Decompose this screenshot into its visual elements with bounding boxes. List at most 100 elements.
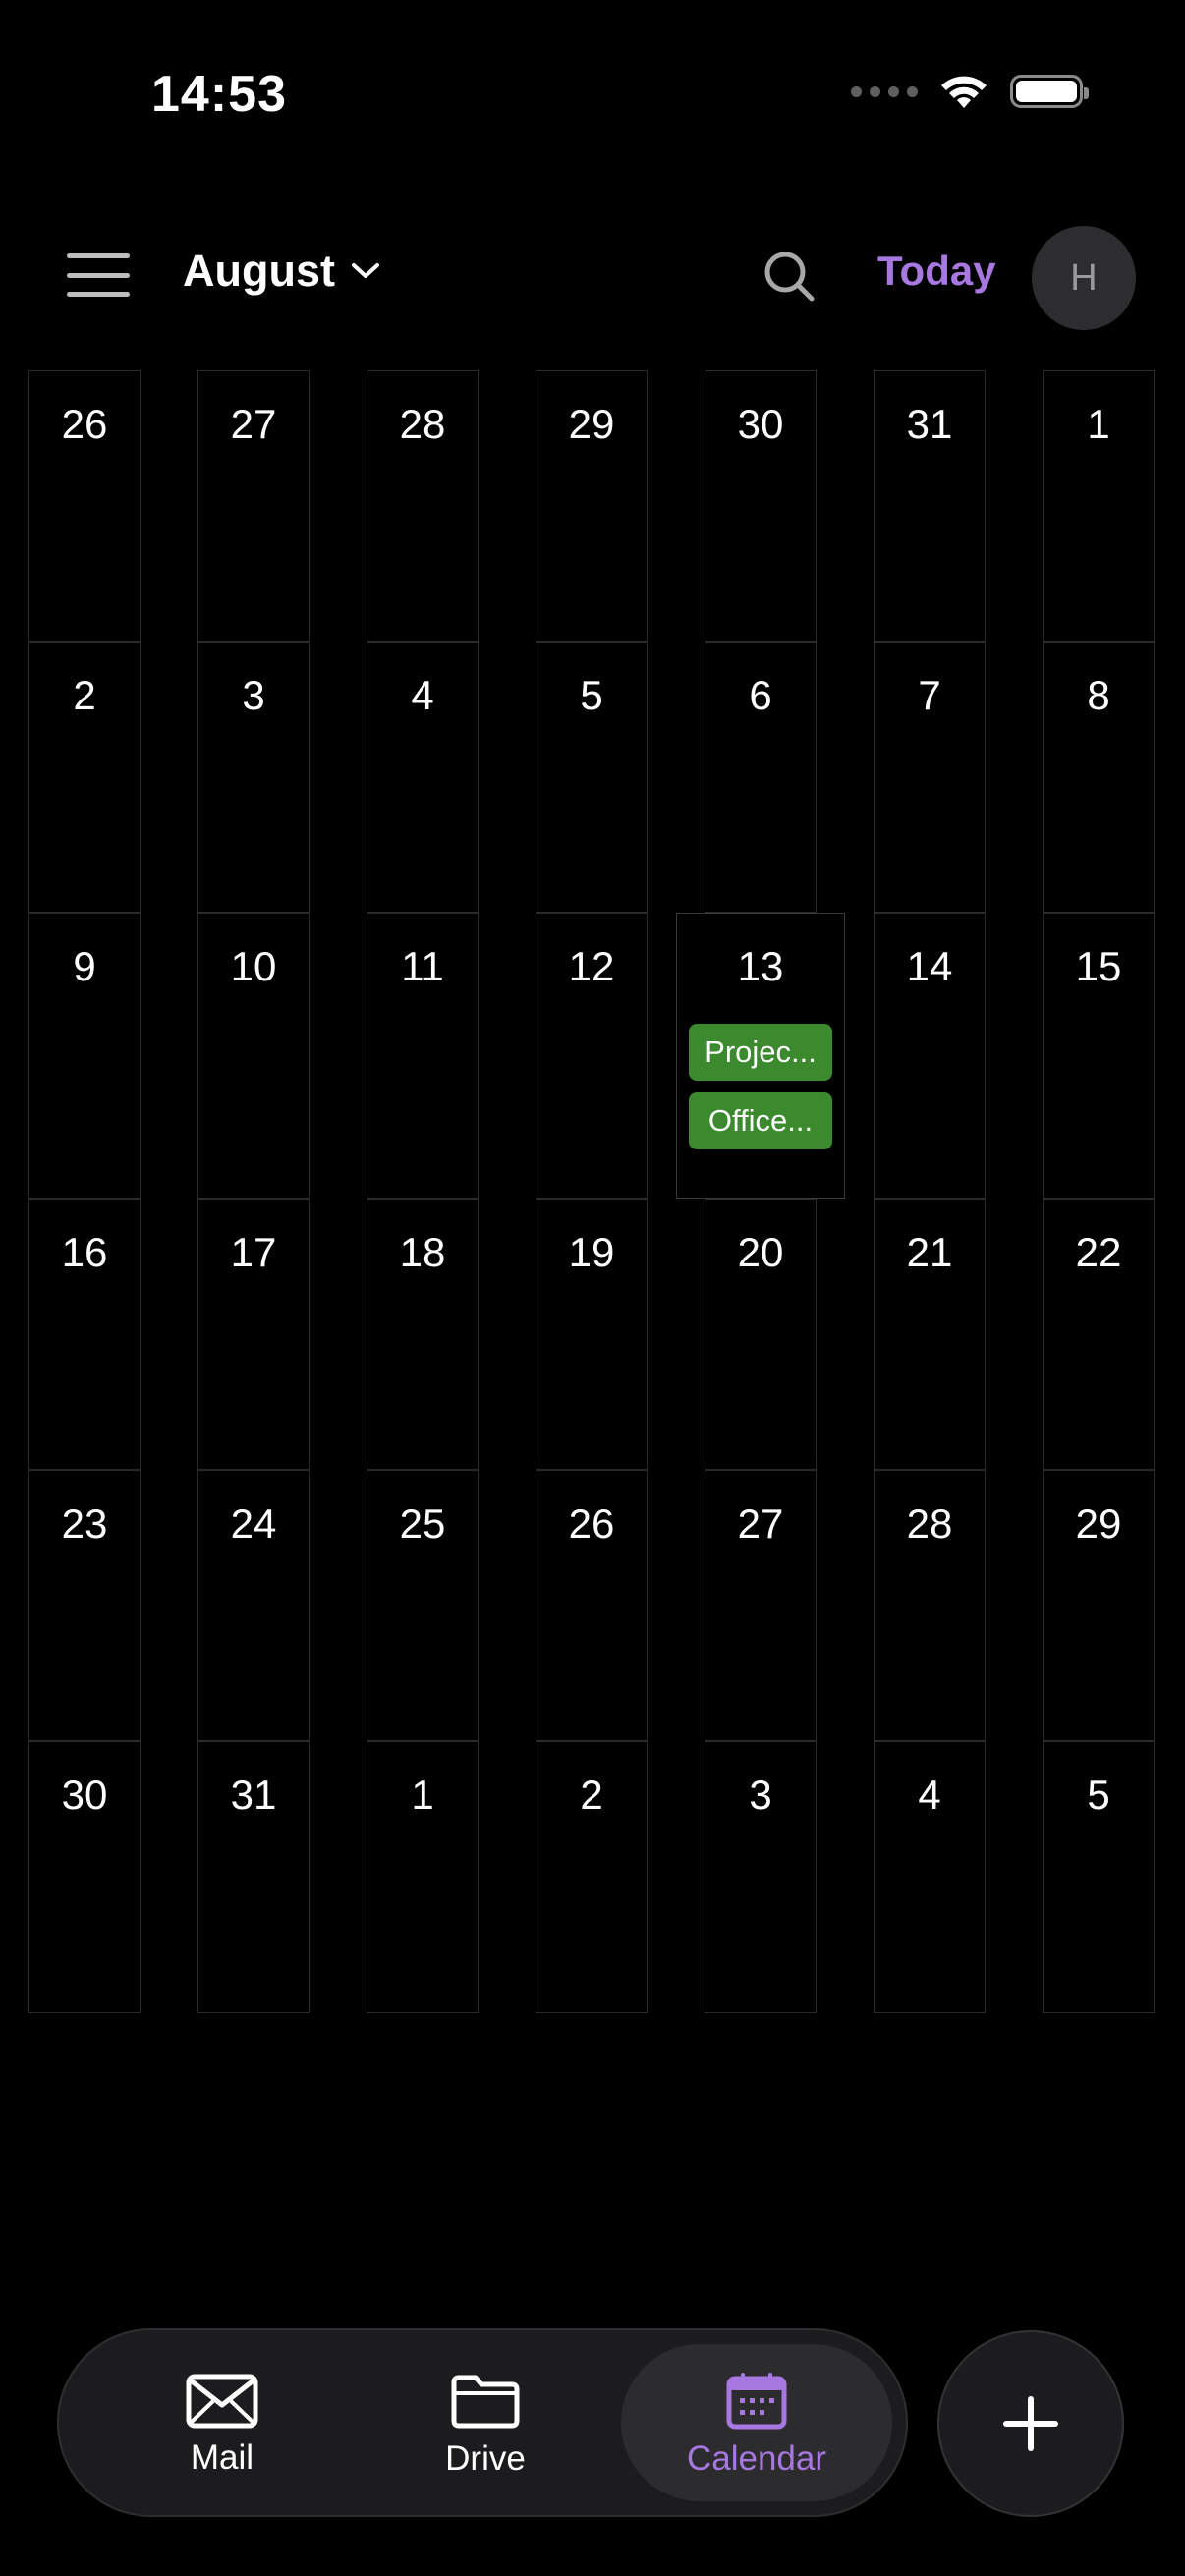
day-cell[interactable]: 5 xyxy=(536,642,648,913)
day-cell[interactable]: 28 xyxy=(367,370,479,642)
day-number: 26 xyxy=(568,1500,615,1546)
day-cell[interactable]: 29 xyxy=(536,370,648,642)
day-number: 25 xyxy=(399,1500,446,1546)
tab-drive[interactable]: Drive xyxy=(360,2328,611,2517)
day-cell[interactable]: 19 xyxy=(536,1199,648,1470)
day-cell[interactable]: 18 xyxy=(367,1199,479,1470)
tab-calendar[interactable]: Calendar xyxy=(621,2344,892,2501)
month-selector[interactable]: August xyxy=(183,246,380,297)
day-number: 7 xyxy=(918,672,941,718)
tab-calendar-label: Calendar xyxy=(686,2439,827,2478)
day-number: 5 xyxy=(580,672,603,718)
day-cell[interactable]: 15 xyxy=(1043,913,1155,1199)
day-cell[interactable]: 25 xyxy=(367,1470,479,1741)
day-number: 4 xyxy=(411,672,434,718)
day-cell[interactable]: 17 xyxy=(198,1199,310,1470)
tab-mail-label: Mail xyxy=(190,2438,254,2477)
bottom-tab-bar: Mail Drive Calendar xyxy=(57,2328,908,2517)
day-number: 22 xyxy=(1075,1229,1122,1275)
day-cell[interactable]: 30 xyxy=(705,370,817,642)
day-number: 6 xyxy=(749,672,772,718)
day-number: 3 xyxy=(242,672,265,718)
day-cell[interactable]: 20 xyxy=(705,1199,817,1470)
day-number: 1 xyxy=(411,1771,434,1818)
day-number: 16 xyxy=(61,1229,108,1275)
day-number: 12 xyxy=(568,943,615,989)
day-cell[interactable]: 23 xyxy=(28,1470,141,1741)
day-cell[interactable]: 24 xyxy=(198,1470,310,1741)
tab-mail[interactable]: Mail xyxy=(96,2328,348,2517)
day-number: 29 xyxy=(1075,1500,1122,1546)
day-cell[interactable]: 1 xyxy=(1043,370,1155,642)
hamburger-menu-icon[interactable] xyxy=(67,253,130,297)
day-cell[interactable]: 2 xyxy=(536,1741,648,2013)
day-cell[interactable]: 2 xyxy=(28,642,141,913)
day-cell[interactable]: 10 xyxy=(198,913,310,1199)
day-cell[interactable]: 22 xyxy=(1043,1199,1155,1470)
day-cell[interactable]: 4 xyxy=(367,642,479,913)
day-number: 27 xyxy=(230,401,277,447)
day-number: 21 xyxy=(906,1229,953,1275)
day-cell[interactable]: 7 xyxy=(874,642,986,913)
day-cell[interactable]: 26 xyxy=(536,1470,648,1741)
day-cell[interactable]: 9 xyxy=(28,913,141,1199)
day-number: 9 xyxy=(73,943,96,989)
day-number: 8 xyxy=(1087,672,1110,718)
day-number: 3 xyxy=(749,1771,772,1818)
avatar[interactable]: H xyxy=(1032,226,1136,330)
day-number: 2 xyxy=(73,672,96,718)
day-cell[interactable]: 27 xyxy=(705,1470,817,1741)
day-cell[interactable]: 1 xyxy=(367,1741,479,2013)
day-cell[interactable]: 28 xyxy=(874,1470,986,1741)
day-cell[interactable]: 11 xyxy=(367,913,479,1199)
day-number: 14 xyxy=(906,943,953,989)
day-number: 28 xyxy=(906,1500,953,1546)
day-number: 26 xyxy=(61,401,108,447)
day-cell[interactable]: 26 xyxy=(28,370,141,642)
day-cell[interactable]: 31 xyxy=(198,1741,310,2013)
day-cell[interactable]: 29 xyxy=(1043,1470,1155,1741)
day-number: 23 xyxy=(61,1500,108,1546)
add-event-button[interactable] xyxy=(937,2330,1124,2517)
day-number: 28 xyxy=(399,401,446,447)
day-cell[interactable]: 31 xyxy=(874,370,986,642)
day-cell[interactable]: 3 xyxy=(705,1741,817,2013)
day-number: 27 xyxy=(737,1500,784,1546)
status-time: 14:53 xyxy=(151,66,287,123)
day-cell[interactable]: 5 xyxy=(1043,1741,1155,2013)
calendar-month-grid: 26 27 28 29 30 31 1 2 3 4 5 6 7 8 9 10 11 12 13 Projec... Of… xyxy=(0,370,1185,2013)
battery-icon xyxy=(1010,75,1089,108)
day-number: 18 xyxy=(399,1229,446,1275)
day-number: 31 xyxy=(906,401,953,447)
day-cell[interactable]: 6 xyxy=(705,642,817,913)
day-cell[interactable]: 16 xyxy=(28,1199,141,1470)
day-cell[interactable]: 13 Projec... Office... xyxy=(676,913,845,1199)
day-cell[interactable]: 4 xyxy=(874,1741,986,2013)
plus-icon xyxy=(1003,2396,1058,2451)
folder-icon xyxy=(451,2375,520,2429)
month-label: August xyxy=(183,246,335,296)
day-cell[interactable]: 30 xyxy=(28,1741,141,2013)
search-icon[interactable] xyxy=(761,248,819,307)
day-number: 24 xyxy=(230,1500,277,1546)
calendar-icon xyxy=(726,2373,787,2430)
day-number: 11 xyxy=(401,943,444,989)
day-number: 10 xyxy=(230,943,277,989)
day-number: 15 xyxy=(1075,943,1122,989)
day-number: 29 xyxy=(568,401,615,447)
day-cell[interactable]: 14 xyxy=(874,913,986,1199)
day-cell[interactable]: 8 xyxy=(1043,642,1155,913)
day-cell[interactable]: 21 xyxy=(874,1199,986,1470)
day-cell[interactable]: 12 xyxy=(536,913,648,1199)
tab-drive-label: Drive xyxy=(445,2439,526,2478)
status-icons xyxy=(851,73,1089,110)
day-number: 5 xyxy=(1087,1771,1110,1818)
day-number: 1 xyxy=(1087,401,1110,447)
day-cell[interactable]: 3 xyxy=(198,642,310,913)
day-number: 20 xyxy=(737,1229,784,1275)
day-cell[interactable]: 27 xyxy=(198,370,310,642)
event-chip[interactable]: Office... xyxy=(689,1092,832,1149)
day-number: 30 xyxy=(61,1771,108,1818)
today-button[interactable]: Today xyxy=(877,248,996,295)
event-chip[interactable]: Projec... xyxy=(689,1024,832,1081)
